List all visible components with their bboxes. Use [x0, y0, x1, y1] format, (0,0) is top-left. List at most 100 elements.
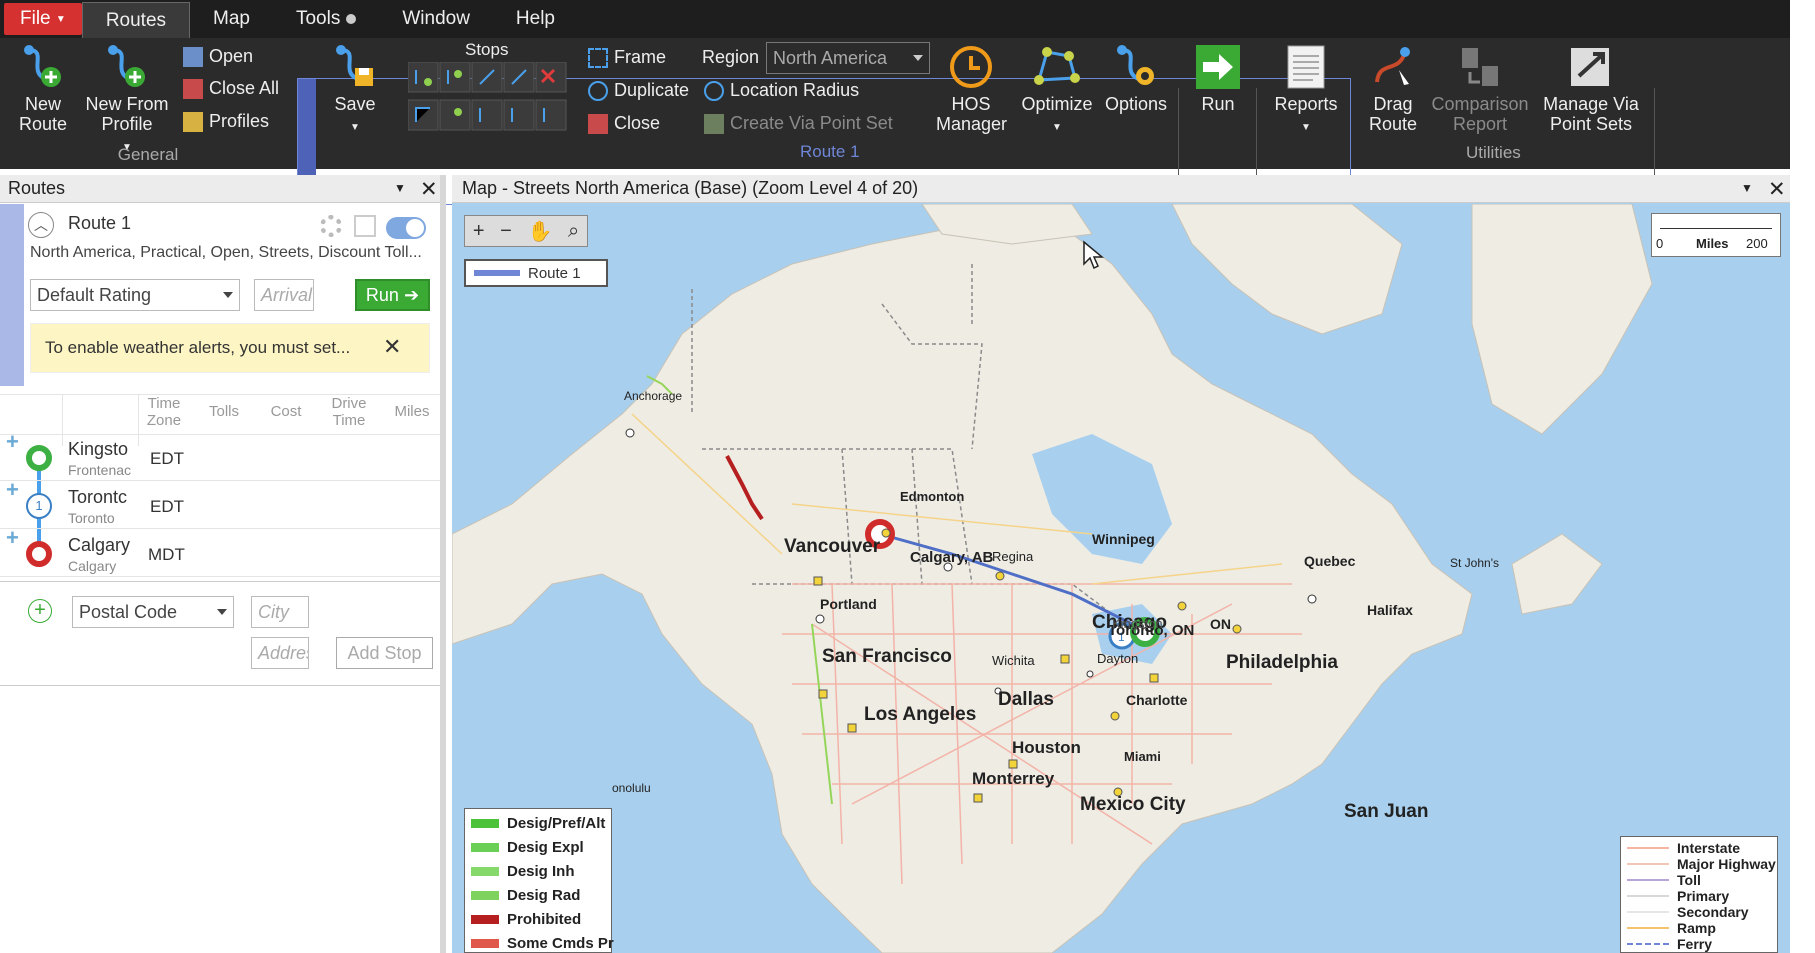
routes-panel-close-icon[interactable]: ✕ — [420, 177, 438, 202]
routes-panel-title: Routes — [8, 178, 66, 198]
save-button[interactable]: Save ▼ — [325, 44, 385, 138]
map-panel-close-icon[interactable]: ✕ — [1768, 177, 1786, 202]
reports-button[interactable]: Reports ▼ — [1266, 44, 1346, 138]
toggle-knob — [406, 219, 424, 237]
postal-dropdown-icon — [217, 609, 227, 615]
stop-row[interactable]: + 1 Torontc Toronto EDT — [0, 477, 440, 529]
routes-menu[interactable]: Routes — [81, 2, 191, 38]
zoom-in-icon[interactable]: + — [473, 220, 485, 243]
frame-button[interactable]: Frame — [588, 47, 666, 68]
run-ribbon-button[interactable]: Run — [1190, 44, 1246, 114]
stop-row[interactable]: + Calgary Calgary MDT — [0, 525, 440, 577]
city-label: onolulu — [612, 781, 651, 795]
city-label: Vancouver — [784, 536, 881, 557]
city-label: Wichita — [992, 653, 1035, 668]
routes-panel: Routes ▼ ✕ ︿ Route 1 North America, Prac… — [0, 175, 446, 953]
route-frame-icon[interactable] — [354, 215, 376, 237]
stops-label: Stops — [465, 40, 509, 59]
open-button[interactable]: Open — [183, 46, 253, 67]
route-name[interactable]: Route 1 — [68, 213, 131, 234]
options-button[interactable]: Options — [1100, 44, 1172, 114]
comparison-report-button[interactable]: Comparison Report — [1428, 44, 1532, 134]
add-stop-button[interactable]: Add Stop — [336, 637, 433, 669]
map-menu[interactable]: Map — [190, 0, 273, 38]
comparison-report-icon — [1462, 48, 1498, 86]
ribbon-separator-2 — [1256, 88, 1257, 178]
clock-icon — [950, 46, 992, 88]
profiles-button[interactable]: Profiles — [183, 111, 269, 132]
route-visibility-toggle[interactable] — [386, 217, 426, 239]
create-via-point-set-button[interactable]: Create Via Point Set — [704, 113, 893, 134]
drag-route-button[interactable]: Drag Route — [1358, 44, 1428, 134]
arrival-input[interactable]: Arrival — [254, 279, 314, 311]
duplicate-button[interactable]: Duplicate — [588, 80, 689, 101]
new-from-profile-icon — [108, 45, 145, 87]
close-all-button[interactable]: Close All — [183, 78, 279, 99]
pan-hand-icon[interactable]: ✋ — [527, 219, 552, 244]
address-input[interactable]: Addres — [251, 637, 309, 669]
col-tolls[interactable]: Tolls — [200, 403, 248, 420]
legend-swatch — [471, 867, 499, 876]
close-route-button[interactable]: Close — [588, 113, 660, 134]
help-menu[interactable]: Help — [493, 0, 578, 38]
rating-select[interactable]: Default Rating — [30, 279, 240, 311]
weather-alert-close-icon[interactable]: ✕ — [383, 334, 401, 360]
zoom-out-icon[interactable]: − — [500, 220, 512, 243]
city-label: Monterrey — [972, 769, 1055, 788]
city-input[interactable]: City — [251, 596, 309, 628]
stops-tools-icon[interactable] — [407, 61, 570, 132]
region-select[interactable]: North America — [766, 42, 930, 74]
destination-stop-icon — [26, 541, 52, 567]
tools-menu[interactable]: Tools — [273, 0, 379, 38]
city-label: Los Angeles — [864, 704, 977, 725]
road-restriction-legend: Desig/Pref/Alt Desig Expl Desig Inh Desi… — [464, 808, 614, 953]
panel-menu-chevron-down-icon[interactable]: ▼ — [394, 181, 406, 195]
insert-stop-plus-icon[interactable]: + — [6, 477, 19, 503]
insert-stop-plus-icon[interactable]: + — [6, 525, 19, 551]
legend-swatch — [1627, 927, 1669, 929]
insert-stop-plus-icon[interactable]: + — [6, 429, 19, 455]
close-all-icon — [183, 78, 203, 99]
reports-icon — [1287, 45, 1325, 89]
weather-alert-text: To enable weather alerts, you must set..… — [45, 338, 351, 357]
city-label: Halifax — [1367, 602, 1413, 618]
stop-time-zone: MDT — [148, 545, 185, 564]
stop-row[interactable]: + Kingsto Frontenac EDT — [0, 429, 440, 481]
city-label: Regina — [992, 549, 1034, 564]
open-icon — [183, 46, 203, 67]
manage-via-point-sets-button[interactable]: Manage Via Point Sets — [1536, 44, 1646, 134]
city-label: Winnipeg — [1092, 531, 1155, 547]
city-label: Dayton — [1097, 651, 1139, 666]
run-button[interactable]: Run ➔ — [355, 279, 430, 311]
map-panel[interactable]: Map - Streets North America (Base) (Zoom… — [452, 175, 1790, 953]
col-cost[interactable]: Cost — [262, 403, 310, 420]
manage-via-icon — [1571, 48, 1609, 86]
divider — [0, 394, 440, 395]
optimize-button[interactable]: Optimize ▼ — [1018, 44, 1096, 138]
map-canvas[interactable]: 1 — [452, 204, 1790, 953]
origin-stop-icon — [26, 445, 52, 471]
map-panel-menu-chevron-down-icon[interactable]: ▼ — [1741, 181, 1753, 195]
city-label: ON — [1210, 616, 1231, 632]
scale-min: 0 — [1656, 236, 1664, 251]
route-legend[interactable]: Route 1 — [464, 259, 608, 287]
hos-manager-button[interactable]: HOS Manager — [928, 44, 1014, 134]
collapse-route-chevron-up-icon[interactable]: ︿ — [28, 212, 54, 238]
zoom-box-icon[interactable]: ⌕ — [568, 220, 579, 243]
reports-dropdown-icon: ▼ — [1301, 122, 1311, 133]
stop-sub: Calgary — [68, 558, 117, 574]
add-stop-plus-icon[interactable]: + — [28, 599, 52, 623]
stop-name: Torontc — [68, 487, 128, 507]
window-menu[interactable]: Window — [379, 0, 493, 38]
col-miles[interactable]: Miles — [388, 403, 436, 420]
stops-tool-grid — [407, 61, 570, 132]
col-drive-time[interactable]: Drive Time — [324, 395, 374, 429]
new-route-button[interactable]: New Route — [8, 44, 78, 134]
location-radius-button[interactable]: Location Radius — [704, 80, 859, 101]
new-from-profile-button[interactable]: New From Profile ▼ — [84, 44, 170, 158]
file-menu[interactable]: File ▼ — [4, 3, 82, 35]
route-settings-gear-icon[interactable] — [320, 215, 342, 237]
save-icon — [336, 45, 373, 86]
col-time-zone[interactable]: Time Zone — [140, 395, 188, 429]
postal-code-select[interactable]: Postal Code — [72, 596, 234, 628]
